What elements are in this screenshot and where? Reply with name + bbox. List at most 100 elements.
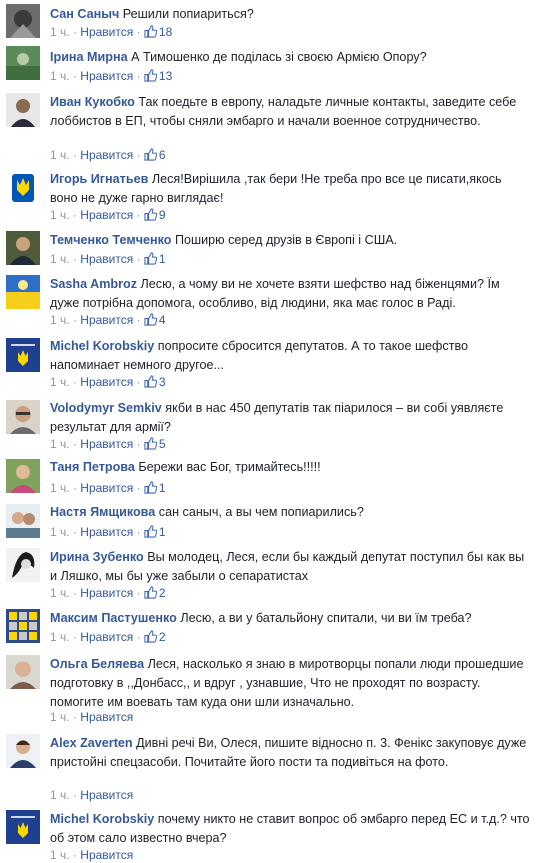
timestamp[interactable]: 1 ч. [50, 25, 70, 39]
avatar[interactable] [6, 655, 40, 689]
author-link[interactable]: Настя Ямщикова [50, 505, 155, 519]
timestamp[interactable]: 1 ч. [50, 313, 70, 327]
avatar[interactable] [6, 275, 40, 309]
avatar[interactable] [6, 734, 40, 768]
timestamp[interactable]: 1 ч. [50, 148, 70, 162]
like-link[interactable]: Нравится [80, 313, 133, 327]
thumbs-up-icon [144, 375, 158, 392]
avatar[interactable] [6, 171, 40, 205]
like-count[interactable]: 6 [159, 148, 166, 162]
comment-meta: 1 ч. · Нравится · 1 [50, 524, 166, 542]
avatar[interactable] [6, 548, 40, 582]
author-link[interactable]: Michel Korobskiy [50, 339, 154, 353]
comment-meta: 1 ч. · Нравится · 3 [50, 374, 166, 392]
timestamp[interactable]: 1 ч. [50, 710, 70, 724]
avatar[interactable] [6, 93, 40, 127]
thumbs-up-icon [144, 481, 158, 498]
author-link[interactable]: Сан Саныч [50, 7, 119, 21]
comment-meta: 1 ч. · Нравится · 2 [50, 585, 166, 603]
thumbs-up-icon [144, 252, 158, 269]
timestamp[interactable]: 1 ч. [50, 630, 70, 644]
timestamp[interactable]: 1 ч. [50, 252, 70, 266]
author-link[interactable]: Ірина Мирна [50, 50, 128, 64]
like-count[interactable]: 1 [159, 525, 166, 539]
timestamp[interactable]: 1 ч. [50, 848, 70, 862]
like-count[interactable]: 2 [159, 630, 166, 644]
like-count[interactable]: 18 [159, 25, 172, 39]
author-link[interactable]: Таня Петрова [50, 460, 135, 474]
author-link[interactable]: Sasha Ambroz [50, 277, 137, 291]
comment: Ирина Зубенко Вы молодец, Леся, если бы … [0, 544, 536, 606]
avatar[interactable] [6, 459, 40, 493]
timestamp[interactable]: 1 ч. [50, 208, 70, 222]
like-count[interactable]: 9 [159, 208, 166, 222]
author-link[interactable]: Michel Korobskiy [50, 812, 154, 826]
thumbs-up-icon [144, 313, 158, 330]
comment-meta: 1 ч. · Нравится · 5 [50, 436, 166, 454]
author-link[interactable]: Ольга Беляева [50, 657, 144, 671]
avatar[interactable] [6, 4, 40, 38]
timestamp[interactable]: 1 ч. [50, 481, 70, 495]
separator: · [72, 630, 77, 644]
timestamp[interactable]: 1 ч. [50, 437, 70, 451]
separator: · [72, 788, 77, 802]
like-link[interactable]: Нравится [80, 148, 133, 162]
like-count[interactable]: 1 [159, 252, 166, 266]
separator: · [72, 586, 77, 600]
avatar[interactable] [6, 231, 40, 265]
like-link[interactable]: Нравится [80, 437, 133, 451]
avatar[interactable] [6, 338, 40, 372]
author-link[interactable]: Иван Кукобко [50, 95, 135, 109]
avatar[interactable] [6, 400, 40, 434]
like-link[interactable]: Нравится [80, 586, 133, 600]
avatar[interactable] [6, 46, 40, 80]
comment-meta: 1 ч. · Нравится · 1 [50, 480, 166, 498]
like-link[interactable]: Нравится [80, 788, 133, 802]
author-link[interactable]: Максим Пастушенко [50, 611, 177, 625]
timestamp[interactable]: 1 ч. [50, 586, 70, 600]
like-link[interactable]: Нравится [80, 525, 133, 539]
avatar[interactable] [6, 504, 40, 538]
comment-body: Alex Zaverten Дивні речі Ви, Олеся, пиши… [50, 734, 530, 772]
like-count[interactable]: 13 [159, 69, 172, 83]
like-link[interactable]: Нравится [80, 208, 133, 222]
like-link[interactable]: Нравится [80, 710, 133, 724]
timestamp[interactable]: 1 ч. [50, 375, 70, 389]
like-count[interactable]: 1 [159, 481, 166, 495]
thumbs-up-icon [144, 437, 158, 454]
author-link[interactable]: Alex Zaverten [50, 736, 133, 750]
separator: · [72, 848, 77, 862]
avatar[interactable] [6, 810, 40, 844]
comment-body: Игорь Игнатьев Леся!Вирішила ,так бери !… [50, 170, 530, 208]
like-link[interactable]: Нравится [80, 375, 133, 389]
comment-body: Ірина Мирна А Тимошенко де поділась зі с… [50, 48, 530, 67]
like-count[interactable]: 2 [159, 586, 166, 600]
like-link[interactable]: Нравится [80, 25, 133, 39]
separator: · [72, 252, 77, 266]
timestamp[interactable]: 1 ч. [50, 788, 70, 802]
comment: Максим Пастушенко Лесю, а ви у батальйон… [0, 606, 536, 650]
like-link[interactable]: Нравится [80, 69, 133, 83]
like-link[interactable]: Нравится [80, 630, 133, 644]
author-link[interactable]: Темченко Темченко [50, 233, 171, 247]
comment-meta: 1 ч. · Нравится · 18 [50, 24, 172, 42]
like-link[interactable]: Нравится [80, 252, 133, 266]
timestamp[interactable]: 1 ч. [50, 525, 70, 539]
author-link[interactable]: Игорь Игнатьев [50, 172, 148, 186]
timestamp[interactable]: 1 ч. [50, 69, 70, 83]
like-count[interactable]: 4 [159, 313, 166, 327]
thumbs-up-icon [144, 69, 158, 86]
separator: · [136, 375, 141, 389]
author-link[interactable]: Volodymyr Semkiv [50, 401, 162, 415]
avatar[interactable] [6, 609, 40, 643]
separator: · [136, 148, 141, 162]
comment: Michel Korobskiy попросите сбросится деп… [0, 332, 536, 394]
like-link[interactable]: Нравится [80, 848, 133, 862]
comment: Иван Кукобко Так поедьте в европу, налад… [0, 89, 536, 167]
like-count[interactable]: 5 [159, 437, 166, 451]
like-link[interactable]: Нравится [80, 481, 133, 495]
like-count[interactable]: 3 [159, 375, 166, 389]
author-link[interactable]: Ирина Зубенко [50, 550, 144, 564]
comment-text: А Тимошенко де поділась зі своєю Армією … [131, 50, 427, 64]
comment-text: Решили попиариться? [122, 7, 254, 21]
